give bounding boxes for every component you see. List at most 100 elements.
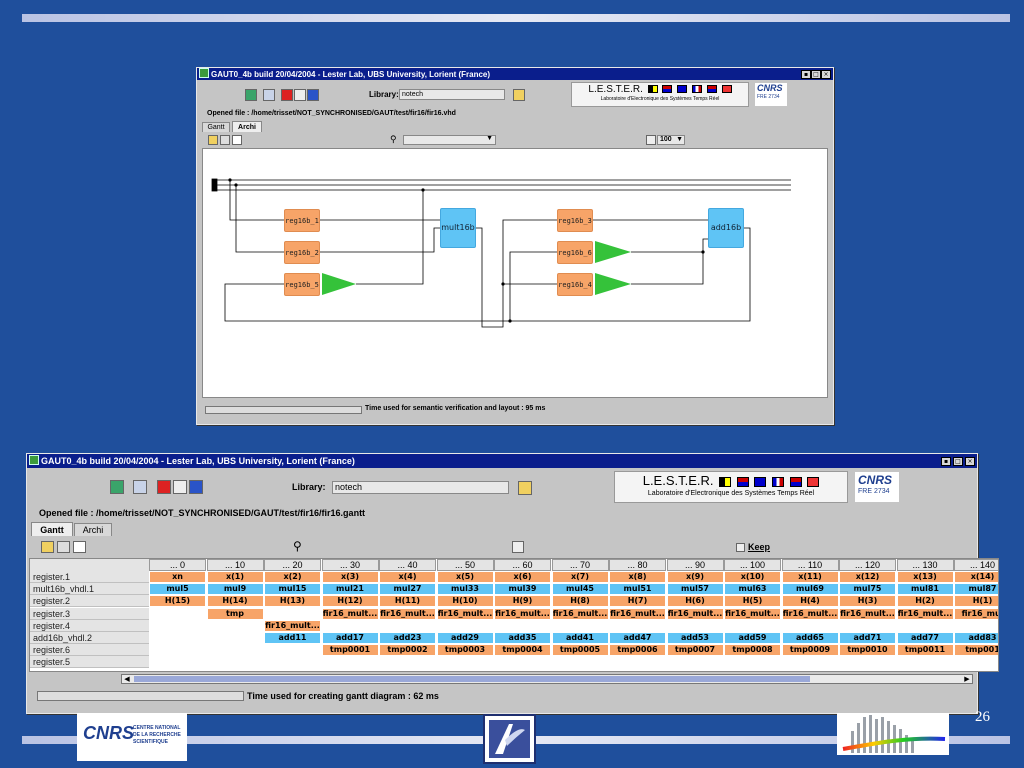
gantt-cell[interactable]: H(15) — [149, 595, 206, 608]
pointer-icon[interactable] — [173, 480, 187, 494]
gantt-cell[interactable]: mul81 — [896, 583, 954, 596]
scroll-left-button[interactable]: ◀ — [122, 675, 132, 683]
binoculars-icon[interactable]: ⚲ — [293, 539, 302, 553]
gantt-cell[interactable]: xn — [149, 571, 206, 583]
gantt-cell[interactable]: H(1) — [954, 595, 998, 608]
maximize-button[interactable]: □ — [811, 70, 821, 79]
gantt-cell[interactable]: H(9) — [494, 595, 551, 608]
gantt-cell[interactable]: H(5) — [724, 595, 781, 608]
exit-icon[interactable] — [245, 89, 257, 101]
gantt-cell[interactable]: H(3) — [839, 595, 896, 608]
gantt-cell[interactable]: add41 — [551, 632, 609, 644]
gantt-cell[interactable]: tmp0008 — [724, 644, 781, 657]
gantt-cell[interactable]: fir16_mult... — [724, 607, 781, 620]
exit-icon[interactable] — [110, 480, 124, 494]
gantt-cell[interactable]: mul57 — [666, 583, 724, 596]
tab-archi[interactable]: Archi — [74, 523, 112, 536]
keep-checkbox[interactable] — [736, 543, 745, 552]
gantt-cell[interactable]: x(13) — [896, 571, 954, 583]
gantt-cell[interactable]: tmp0007 — [666, 644, 724, 657]
stop-icon[interactable] — [281, 89, 293, 101]
gantt-cell[interactable]: H(13) — [264, 595, 321, 608]
gantt-cell[interactable]: tmp0002 — [379, 644, 436, 657]
help-icon[interactable] — [189, 480, 203, 494]
folder-icon[interactable] — [513, 89, 525, 101]
top-window-titlebar[interactable]: GAUT0_4b build 20/04/2004 - Lester Lab, … — [197, 68, 833, 80]
gantt-cell[interactable]: H(7) — [609, 595, 666, 608]
gantt-cell[interactable]: H(14) — [206, 595, 264, 608]
gantt-cell[interactable]: fir16_mult... — [321, 607, 379, 620]
gantt-cell[interactable]: mul9 — [206, 583, 264, 596]
gantt-cell[interactable]: add47 — [609, 632, 666, 644]
minimize-button[interactable]: ▪ — [801, 70, 811, 79]
scroll-right-button[interactable]: ▶ — [962, 675, 972, 683]
gantt-cell[interactable]: mul63 — [724, 583, 781, 596]
gantt-cell[interactable]: mul39 — [494, 583, 551, 596]
gantt-cell[interactable]: mul45 — [551, 583, 609, 596]
minimize-button[interactable]: ▪ — [941, 457, 951, 466]
gantt-cell[interactable]: fir16_mult... — [781, 607, 839, 620]
shifter-triangle[interactable] — [595, 273, 631, 295]
gantt-cell[interactable]: tmp001 — [954, 644, 998, 657]
gantt-cell[interactable]: fir16_mult... — [666, 607, 724, 620]
gantt-cell[interactable]: H(10) — [436, 595, 494, 608]
print-icon[interactable] — [220, 135, 230, 145]
gantt-cell[interactable]: fir16_mult... — [264, 619, 321, 632]
gantt-grid[interactable]: ... 0... 10... 20... 30... 40... 50... 6… — [29, 558, 999, 672]
gantt-cell[interactable]: x(7) — [551, 571, 609, 583]
gantt-cell[interactable]: tmp0010 — [839, 644, 896, 657]
synthesize-icon[interactable] — [263, 89, 275, 101]
maximize-button[interactable]: □ — [953, 457, 963, 466]
scroll-thumb[interactable] — [134, 676, 810, 682]
tab-archi[interactable]: Archi — [232, 121, 262, 132]
gantt-cell[interactable]: H(12) — [321, 595, 379, 608]
gantt-cell[interactable]: mul75 — [839, 583, 896, 596]
gantt-cell[interactable]: x(9) — [666, 571, 724, 583]
search-dropdown[interactable]: ▼ — [403, 135, 496, 145]
gantt-cell[interactable]: add83 — [954, 632, 998, 644]
gantt-cell[interactable]: H(2) — [896, 595, 954, 608]
print-icon[interactable] — [57, 541, 70, 553]
gantt-cell[interactable]: H(11) — [379, 595, 436, 608]
gantt-cell[interactable]: tmp0011 — [896, 644, 954, 657]
gantt-cell[interactable]: x(6) — [494, 571, 551, 583]
gantt-cell[interactable]: x(3) — [321, 571, 379, 583]
gantt-cell[interactable]: add17 — [321, 632, 379, 644]
gantt-cell[interactable]: mul69 — [781, 583, 839, 596]
close-button[interactable]: × — [965, 457, 975, 466]
gantt-cell[interactable]: x(5) — [436, 571, 494, 583]
gantt-cell[interactable]: x(10) — [724, 571, 781, 583]
open-icon[interactable] — [41, 541, 54, 553]
gantt-cell[interactable]: add59 — [724, 632, 781, 644]
gantt-cell[interactable]: fir16_mult... — [436, 607, 494, 620]
library-input[interactable]: notech — [399, 89, 505, 100]
gantt-cell[interactable]: fir16_mult... — [379, 607, 436, 620]
gantt-cell[interactable]: add35 — [494, 632, 551, 644]
horizontal-scrollbar[interactable]: ◀ ▶ — [121, 674, 973, 684]
synthesize-icon[interactable] — [133, 480, 147, 494]
gantt-cell[interactable]: x(8) — [609, 571, 666, 583]
gantt-cell[interactable]: H(6) — [666, 595, 724, 608]
bottom-window-titlebar[interactable]: GAUT0_4b build 20/04/2004 - Lester Lab, … — [27, 454, 977, 468]
gantt-cell[interactable]: mul15 — [264, 583, 321, 596]
gantt-cell[interactable]: tmp0004 — [494, 644, 551, 657]
gantt-cell[interactable]: mul33 — [436, 583, 494, 596]
fit-icon[interactable] — [646, 135, 656, 145]
gantt-cell[interactable]: add11 — [264, 632, 321, 644]
stop-icon[interactable] — [157, 480, 171, 494]
gantt-cell[interactable]: add65 — [781, 632, 839, 644]
zoom-select[interactable]: 100 ▼ — [657, 135, 685, 145]
library-input[interactable]: notech — [332, 481, 509, 494]
gantt-cell[interactable]: tmp — [206, 607, 264, 620]
gantt-cell[interactable]: x(1) — [206, 571, 264, 583]
gantt-cell[interactable]: fir16_mul — [954, 607, 998, 620]
gantt-cell[interactable]: x(2) — [264, 571, 321, 583]
gantt-cell[interactable]: add23 — [379, 632, 436, 644]
register-block[interactable]: reg16b_4 — [557, 273, 593, 296]
gantt-cell[interactable]: x(11) — [781, 571, 839, 583]
register-block[interactable]: reg16b_2 — [284, 241, 320, 264]
gantt-cell[interactable]: x(4) — [379, 571, 436, 583]
folder-icon[interactable] — [518, 481, 532, 495]
gantt-cell[interactable]: mul51 — [609, 583, 666, 596]
gantt-cell[interactable]: fir16_mult... — [896, 607, 954, 620]
